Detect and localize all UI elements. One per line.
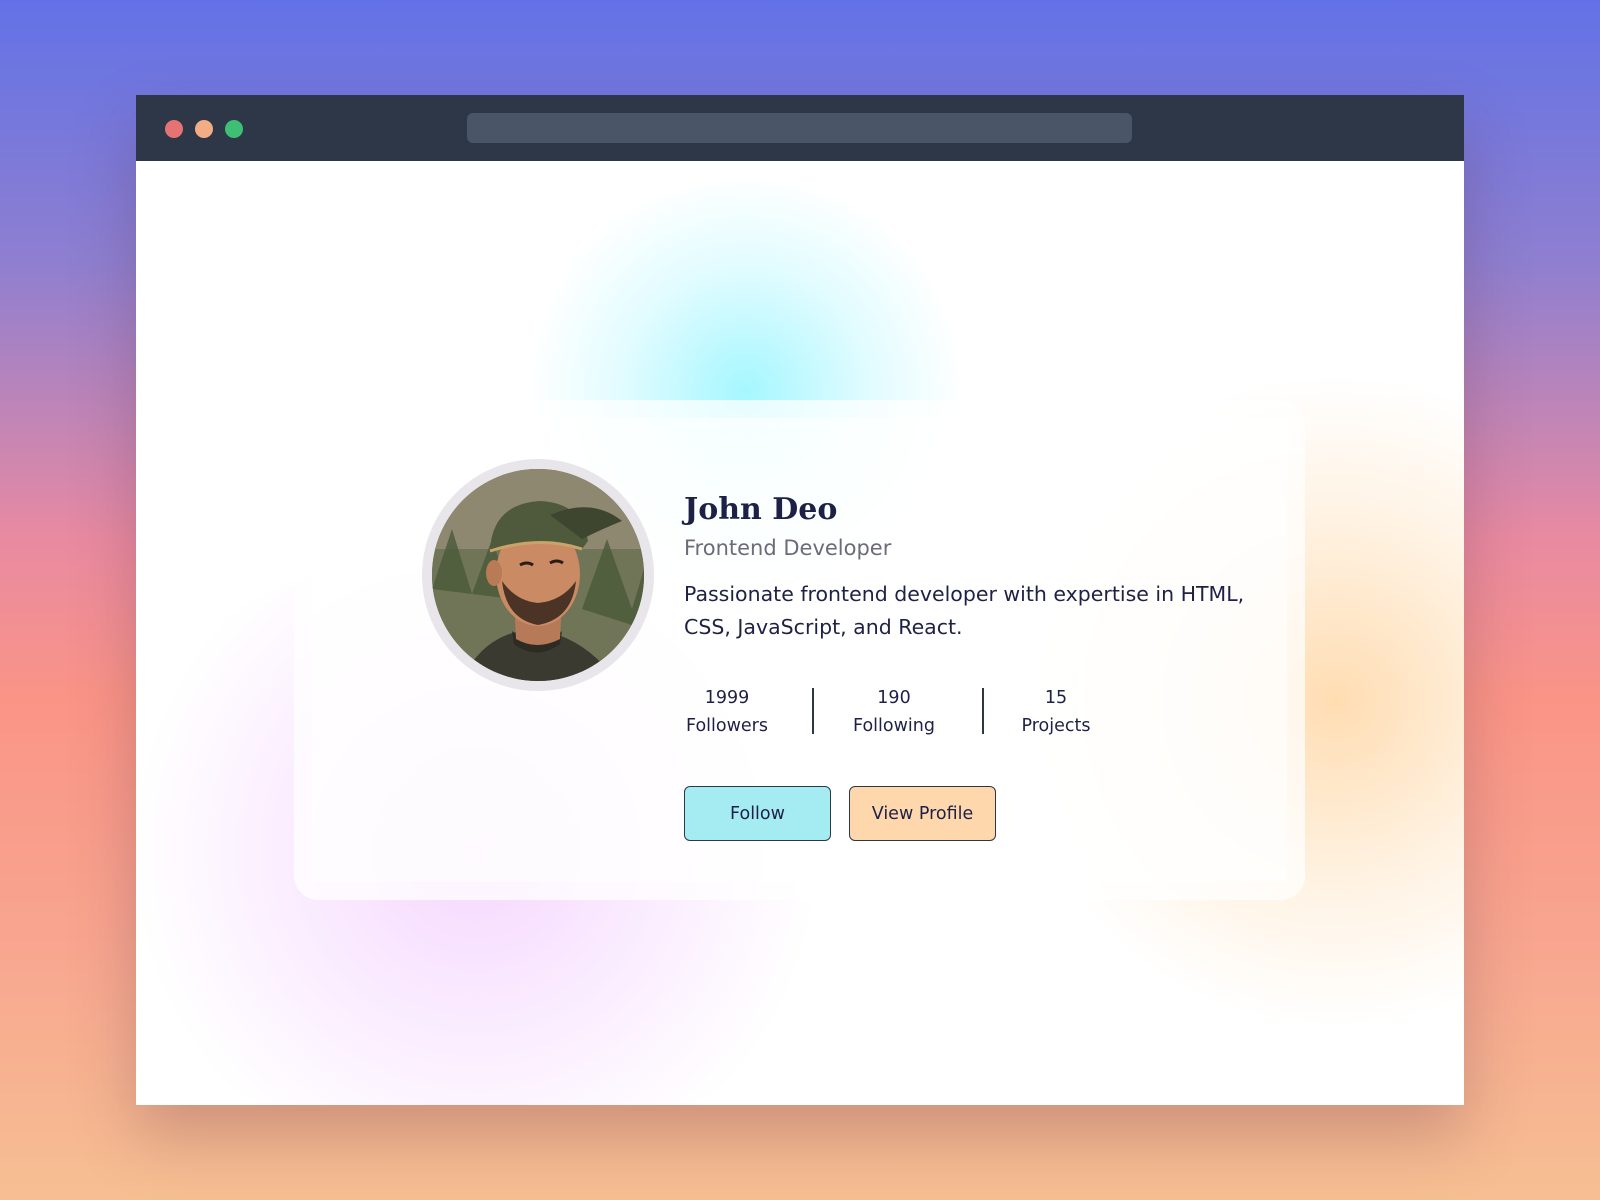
stat-followers-value: 1999 [704,688,750,708]
minimize-window-dot[interactable] [195,120,213,138]
address-bar[interactable] [467,113,1132,143]
stat-following: 190 Following [846,684,942,740]
stat-following-label: Following [853,716,935,736]
stat-projects: 15 Projects [1018,684,1094,740]
profile-card-body: John Deo Frontend Developer Passionate f… [312,418,1287,882]
stat-followers: 1999 Followers [684,684,770,740]
browser-window: John Deo Frontend Developer Passionate f… [136,95,1464,1105]
avatar [422,459,654,691]
follow-button[interactable]: Follow [684,786,831,841]
stat-following-value: 190 [877,688,911,708]
close-window-dot[interactable] [165,120,183,138]
profile-bio: Passionate frontend developer with exper… [684,582,1245,639]
browser-titlebar [136,95,1464,161]
view-profile-button[interactable]: View Profile [849,786,996,841]
profile-card: John Deo Frontend Developer Passionate f… [294,400,1305,900]
page-viewport: John Deo Frontend Developer Passionate f… [136,161,1464,1105]
profile-role: Frontend Developer [684,536,892,560]
profile-name: John Deo [684,492,838,527]
avatar-photo-icon [432,469,644,681]
stat-followers-label: Followers [686,716,768,736]
stat-divider [982,688,984,734]
maximize-window-dot[interactable] [225,120,243,138]
stat-divider [812,688,814,734]
stat-projects-label: Projects [1021,716,1091,736]
stat-projects-value: 15 [1044,688,1068,708]
